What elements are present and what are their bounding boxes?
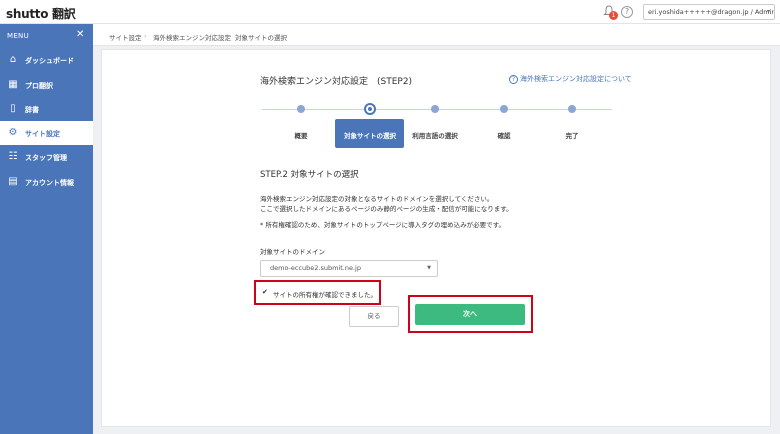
chevron-down-icon: ▼ bbox=[427, 265, 431, 271]
top-header: shutto 翻訳 1 ? eri.yoshida+++++@dragon.jp… bbox=[0, 0, 780, 24]
sidebar-item-site-settings[interactable]: ⚙ サイト設定 bbox=[0, 121, 93, 145]
chevron-down-icon: ▾ bbox=[766, 8, 770, 15]
people-icon: ☷ bbox=[8, 151, 18, 162]
main-card: 海外検索エンジン対応設定 (STEP2) ? 海外検索エンジン対応設定について 概… bbox=[101, 49, 771, 427]
step-label: 概要 bbox=[294, 132, 308, 140]
app-logo[interactable]: shutto 翻訳 bbox=[6, 5, 76, 22]
check-icon: ✔ bbox=[262, 288, 268, 296]
sidebar-item-pro-translation[interactable]: ▦ プロ翻訳 bbox=[0, 73, 93, 97]
sidebar-item-label: スタッフ管理 bbox=[25, 154, 67, 162]
ownership-note: * 所有権確認のため、対象サイトのトップページに導入タグの埋め込みが必要です。 bbox=[260, 221, 506, 229]
help-link-label: 海外検索エンジン対応設定について bbox=[520, 75, 632, 83]
ownership-confirmed-message: ✔ サイトの所有権が確認できました。 bbox=[254, 280, 381, 305]
sidebar: MENU ✕ ⌂ ダッシュボード ▦ プロ翻訳 ▯ 辞書 ⚙ サイト設定 ☷ ス… bbox=[0, 24, 93, 434]
step-label: 確認 bbox=[497, 132, 511, 140]
sidebar-item-dictionary[interactable]: ▯ 辞書 bbox=[0, 97, 93, 121]
notification-button[interactable]: 1 bbox=[603, 5, 618, 20]
gear-icon: ⚙ bbox=[8, 127, 18, 138]
back-button[interactable]: 戻る bbox=[349, 306, 399, 327]
account-select[interactable]: eri.yoshida+++++@dragon.jp / Admin ▾ bbox=[643, 4, 775, 20]
menu-label: MENU bbox=[7, 32, 30, 40]
step-dot-active bbox=[364, 103, 376, 115]
notification-badge: 1 bbox=[609, 11, 618, 20]
sidebar-item-label: サイト設定 bbox=[25, 130, 60, 138]
breadcrumb: サイト設定 › 海外検索エンジン対応設定 › 対象サイトの選択 bbox=[93, 24, 780, 46]
close-icon[interactable]: ✕ bbox=[76, 30, 84, 40]
domain-select[interactable]: demo-eccube2.submit.ne.jp ▼ bbox=[260, 260, 438, 277]
next-button[interactable]: 次へ bbox=[415, 304, 525, 325]
sidebar-item-label: ダッシュボード bbox=[25, 57, 74, 65]
account-label: eri.yoshida+++++@dragon.jp / Admin bbox=[648, 8, 775, 16]
sidebar-item-label: 辞書 bbox=[25, 106, 39, 114]
step-dot bbox=[297, 105, 305, 113]
document-icon: ▤ bbox=[8, 176, 18, 187]
step-dot bbox=[568, 105, 576, 113]
breadcrumb-item: 対象サイトの選択 bbox=[235, 34, 287, 42]
question-icon: ? bbox=[509, 74, 518, 84]
description-line: ここで選択したドメインにあるページのみ静的ページの生成・配信が可能になります。 bbox=[260, 205, 513, 213]
domain-label: 対象サイトのドメイン bbox=[260, 248, 325, 256]
sidebar-item-label: アカウント情報 bbox=[25, 179, 74, 187]
step-label: 利用言語の選択 bbox=[412, 132, 458, 140]
step-dot bbox=[500, 105, 508, 113]
help-link[interactable]: ? 海外検索エンジン対応設定について bbox=[509, 74, 632, 84]
book-icon: ▯ bbox=[10, 103, 16, 114]
section-title: STEP.2 対象サイトの選択 bbox=[260, 170, 359, 180]
sidebar-item-account[interactable]: ▤ アカウント情報 bbox=[0, 170, 93, 194]
menu-header: MENU ✕ bbox=[0, 24, 93, 48]
help-icon[interactable]: ? bbox=[621, 6, 633, 18]
sidebar-item-staff[interactable]: ☷ スタッフ管理 bbox=[0, 145, 93, 169]
description-line: 海外検索エンジン対応設定の対象となるサイトのドメインを選択してください。 bbox=[260, 195, 494, 203]
confirm-text: サイトの所有権が確認できました。 bbox=[273, 291, 377, 299]
step-dot bbox=[431, 105, 439, 113]
home-icon: ⌂ bbox=[9, 54, 17, 65]
grid-icon: ▦ bbox=[8, 79, 18, 90]
sidebar-item-label: プロ翻訳 bbox=[25, 82, 53, 90]
chevron-right-icon: › bbox=[144, 32, 147, 40]
page-title: 海外検索エンジン対応設定 (STEP2) bbox=[260, 77, 413, 87]
breadcrumb-item[interactable]: サイト設定 bbox=[109, 32, 142, 42]
chevron-right-icon: › bbox=[226, 32, 229, 40]
step-label: 完了 bbox=[565, 132, 579, 140]
breadcrumb-item[interactable]: 海外検索エンジン対応設定 bbox=[153, 32, 231, 42]
sidebar-item-dashboard[interactable]: ⌂ ダッシュボード bbox=[0, 48, 93, 72]
step-label-active: 対象サイトの選択 bbox=[344, 132, 396, 140]
domain-value: demo-eccube2.submit.ne.jp bbox=[270, 264, 361, 272]
